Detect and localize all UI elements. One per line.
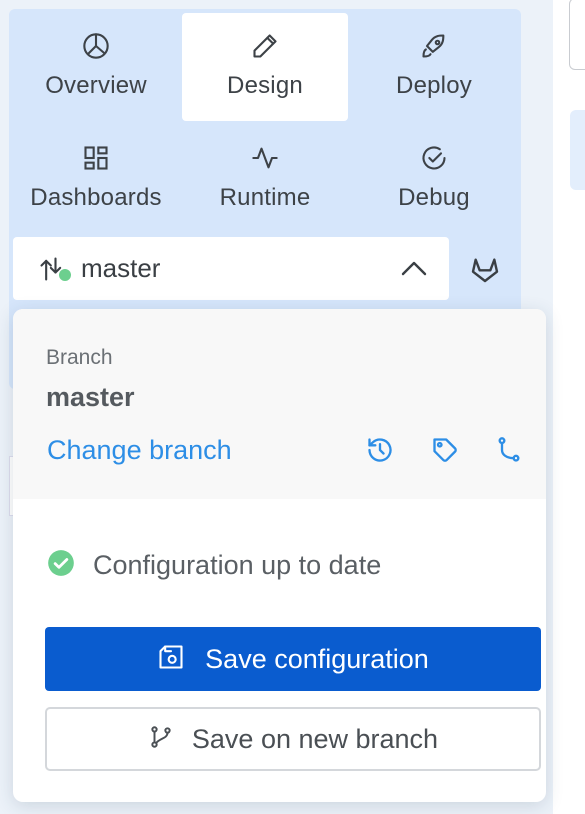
nav-item-label: Overview [45, 72, 147, 99]
save-configuration-button[interactable]: Save configuration [45, 627, 541, 691]
nav-item-label: Runtime [219, 184, 311, 211]
nav-item-label: Dashboards [30, 184, 162, 211]
chevron-up-icon [401, 259, 427, 282]
rocket-icon [420, 32, 448, 60]
branch-label: Branch [46, 346, 113, 369]
adjacent-field[interactable] [569, 0, 585, 70]
adjacent-highlight [570, 110, 585, 190]
nav-item-label: Debug [398, 184, 470, 211]
branch-name: master [81, 253, 161, 283]
nav-item-deploy[interactable]: Deploy [351, 13, 517, 121]
branch-selector[interactable]: master [13, 237, 449, 300]
nav-item-label: Design [227, 72, 303, 99]
nav-item-runtime[interactable]: Runtime [182, 125, 348, 233]
branch-status-dot [59, 269, 71, 281]
nav-item-debug[interactable]: Debug [351, 125, 517, 233]
gitlab-icon[interactable] [469, 253, 501, 290]
success-check-icon [47, 549, 75, 582]
save-new-branch-label: Save on new branch [191, 723, 439, 754]
change-branch-link[interactable]: Change branch [47, 435, 232, 466]
tag-icon[interactable] [430, 435, 460, 465]
branch-popover: Branch master Change branch Configuratio… [13, 309, 546, 802]
nav-item-design[interactable]: Design [182, 13, 348, 121]
save-button-label: Save configuration [205, 643, 429, 674]
nav-item-dashboards[interactable]: Dashboards [13, 125, 179, 233]
status-text: Configuration up to date [93, 550, 382, 580]
activity-pulse-icon [250, 144, 280, 172]
branch-merge-icon[interactable] [494, 435, 524, 465]
check-circle-icon [420, 144, 448, 172]
pie-chart-icon [82, 32, 110, 60]
nav-item-label: Deploy [396, 72, 472, 99]
git-branch-icon [148, 723, 174, 756]
save-disk-icon [157, 643, 185, 676]
current-branch-name: master [46, 382, 135, 412]
nav-item-overview[interactable]: Overview [13, 13, 179, 121]
dashboard-grid-icon [82, 144, 110, 172]
history-icon[interactable] [365, 435, 395, 465]
save-new-branch-button[interactable]: Save on new branch [45, 707, 541, 771]
config-status: Configuration up to date [47, 549, 381, 582]
pencil-icon [251, 32, 279, 60]
